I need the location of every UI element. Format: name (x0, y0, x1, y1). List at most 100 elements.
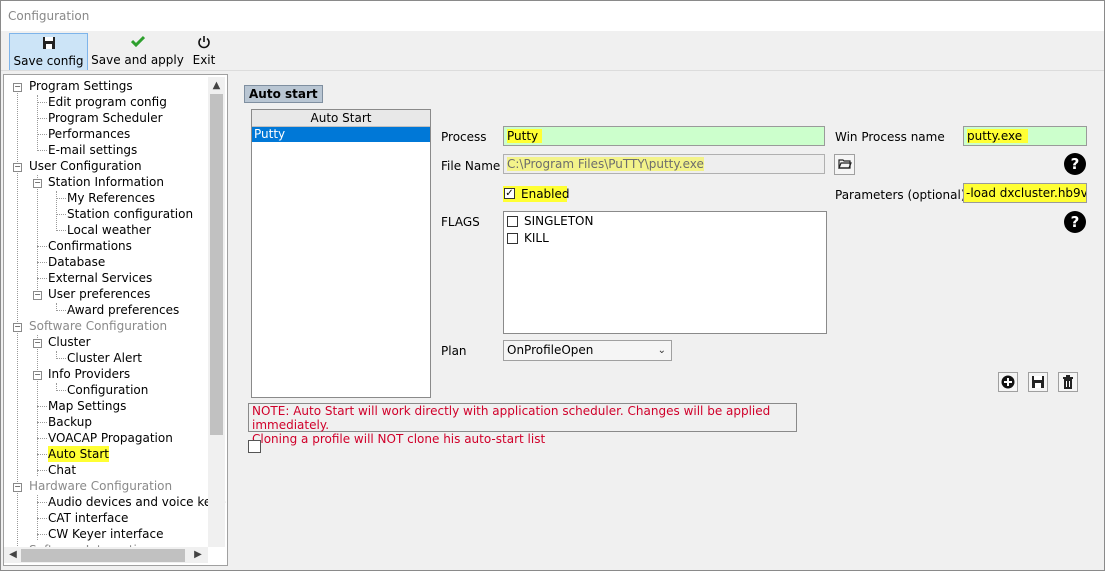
save-button[interactable] (1028, 372, 1048, 392)
trash-icon (1063, 375, 1073, 389)
collapse-icon[interactable]: − (33, 371, 42, 380)
enabled-checkbox[interactable]: ✓ (504, 188, 515, 199)
collapse-icon[interactable]: − (33, 291, 42, 300)
tree-item[interactable]: Program Settings (29, 78, 133, 94)
win-process-field[interactable]: putty.exe (963, 126, 1087, 146)
parameters-value: -load dxcluster.hb9vqq (966, 186, 1087, 200)
tree-item[interactable]: External Services (48, 270, 152, 286)
tree-item[interactable]: Performances (48, 126, 130, 142)
save-config-button[interactable]: Save config (9, 33, 88, 71)
tree-item[interactable]: Station configuration (67, 206, 193, 222)
process-value: Putty (507, 129, 543, 143)
flags-list[interactable] (503, 211, 827, 334)
help-icon[interactable]: ? (1064, 211, 1086, 233)
exit-label: Exit (192, 53, 216, 67)
scroll-up-icon[interactable]: ▲ (208, 78, 225, 94)
enabled-label: Enabled (521, 187, 570, 201)
tree-item[interactable]: Audio devices and voice keye (48, 494, 226, 510)
tree-item[interactable]: User preferences (48, 286, 150, 302)
add-button[interactable] (998, 372, 1018, 392)
tree-guide (56, 310, 66, 311)
tree-guide (37, 150, 47, 151)
power-icon (190, 35, 218, 54)
tree-guide (56, 191, 57, 231)
tree-item-selected[interactable]: Auto Start (48, 446, 109, 462)
collapse-icon[interactable]: − (33, 179, 42, 188)
tree-item[interactable]: VOACAP Propagation (48, 430, 173, 446)
list-item[interactable]: Putty (252, 127, 430, 142)
tree-item[interactable]: My References (67, 190, 155, 206)
tree-item[interactable]: Station Information (48, 174, 164, 190)
settings-tree[interactable]: − Program Settings Edit program config P… (3, 74, 228, 566)
tree-item[interactable]: Info Providers (48, 366, 130, 382)
tree-item[interactable]: Software Configuration (29, 318, 167, 334)
tree-item[interactable]: Edit program config (48, 94, 167, 110)
tree-item[interactable]: Award preferences (67, 302, 179, 318)
tree-item[interactable]: User Configuration (29, 158, 142, 174)
bottom-checkbox[interactable] (248, 440, 261, 453)
tree-guide (37, 278, 47, 279)
kill-checkbox[interactable] (507, 233, 518, 244)
save-apply-button[interactable]: Save and apply (90, 33, 185, 69)
collapse-icon[interactable]: − (13, 483, 22, 492)
process-field[interactable]: Putty (503, 126, 825, 146)
tree-guide (37, 422, 47, 423)
tree-guide (56, 230, 66, 231)
singleton-label: SINGLETON (524, 214, 594, 228)
tree-item[interactable]: Program Scheduler (48, 110, 163, 126)
scroll-right-icon[interactable]: ▶ (190, 547, 206, 563)
tree-item[interactable]: Map Settings (48, 398, 126, 414)
chevron-down-icon: ⌄ (657, 345, 666, 356)
tree-guide (56, 198, 66, 199)
tree-item[interactable]: Cluster Alert (67, 350, 142, 366)
tree-item[interactable]: Backup (48, 414, 92, 430)
singleton-checkbox[interactable] (507, 216, 518, 227)
scroll-left-icon[interactable]: ◀ (5, 547, 21, 563)
tree-item[interactable]: Configuration (67, 382, 148, 398)
section-title: Auto start (244, 85, 323, 103)
parameters-field[interactable]: -load dxcluster.hb9vqq (963, 183, 1087, 203)
exit-button[interactable]: Exit (190, 33, 218, 69)
browse-folder-button[interactable] (834, 154, 855, 175)
tree-guide (37, 534, 47, 535)
autostart-list[interactable] (251, 109, 431, 398)
tree-hscroll-thumb[interactable] (21, 549, 185, 562)
tree-guide (37, 102, 47, 103)
tree-item[interactable]: Local weather (67, 222, 151, 238)
tree-item[interactable]: CAT interface (48, 510, 128, 526)
plan-value: OnProfileOpen (507, 343, 594, 357)
process-label: Process (441, 130, 487, 144)
tree-item[interactable]: CW Keyer interface (48, 526, 163, 542)
tree-item[interactable]: Chat (48, 462, 76, 478)
tree-item[interactable]: Hardware Configuration (29, 478, 172, 494)
toolbar-divider (1, 70, 1104, 71)
tree-guide (37, 134, 47, 135)
floppy-icon (1032, 376, 1044, 388)
delete-button[interactable] (1058, 372, 1078, 392)
collapse-icon[interactable]: − (13, 163, 22, 172)
tree-item[interactable]: Confirmations (48, 238, 132, 254)
file-name-field[interactable]: C:\Program Files\PuTTY\putty.exe (503, 154, 825, 174)
collapse-icon[interactable]: − (33, 339, 42, 348)
tree-item[interactable]: Cluster (48, 334, 91, 350)
collapse-icon[interactable]: − (13, 83, 22, 92)
tree-item[interactable]: Database (48, 254, 105, 270)
tree-guide (37, 470, 47, 471)
tree-item[interactable]: E-mail settings (48, 142, 137, 158)
autostart-list-header: Auto Start (252, 110, 430, 127)
collapse-icon[interactable]: − (13, 323, 22, 332)
tree-guide (37, 502, 47, 503)
note-line: NOTE: Auto Start will work directly with… (252, 404, 771, 432)
tree-guide (17, 87, 18, 548)
save-apply-label: Save and apply (91, 53, 184, 67)
note-line: Cloning a profile will NOT clone his aut… (252, 432, 546, 446)
file-name-label: File Name (441, 159, 501, 173)
tree-guide (37, 262, 47, 263)
tree-scroll-thumb[interactable] (210, 94, 223, 435)
win-process-label: Win Process name (835, 130, 945, 144)
help-icon[interactable]: ? (1064, 153, 1086, 175)
checkmark-icon: ✓ (505, 188, 514, 199)
plan-select[interactable]: OnProfileOpen ⌄ (503, 340, 672, 361)
win-process-value: putty.exe (967, 129, 1029, 143)
add-icon (1001, 375, 1015, 389)
